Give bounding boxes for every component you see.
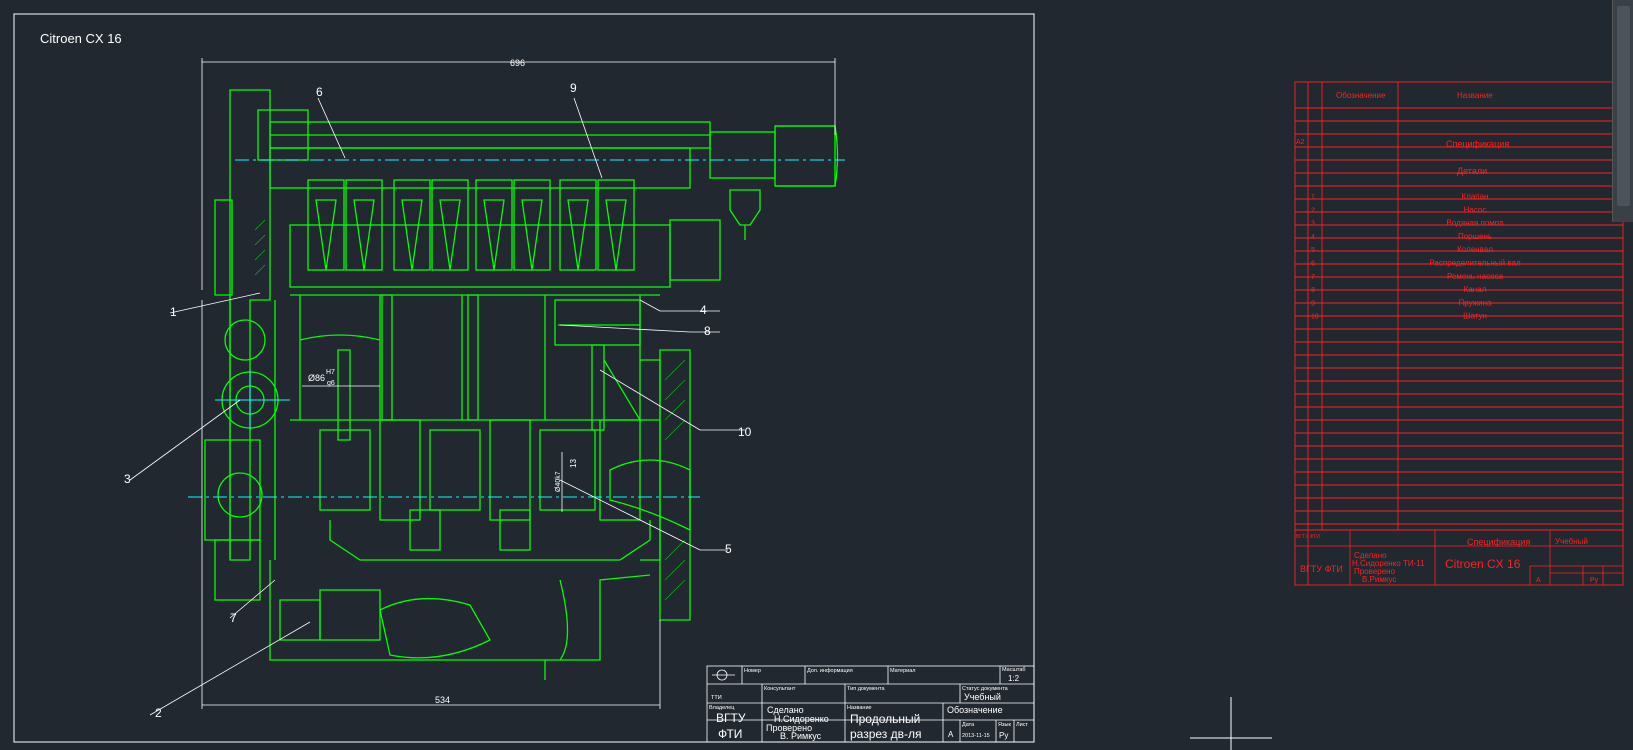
vertical-scrollbar[interactable] — [1612, 0, 1633, 222]
tb-provereno-name: В. Римкус — [780, 731, 822, 741]
drawing-title: Citroen CX 16 — [40, 31, 122, 46]
tb-tip-doc-label: Тип документа — [847, 686, 885, 692]
tb-nazvanie-label: Название — [847, 705, 872, 711]
spec-col-designation: Обозначение — [1336, 91, 1386, 100]
spec-item-name: Клапан — [1462, 192, 1489, 201]
tb-list-letter: А — [948, 730, 954, 739]
bore-fit-top: H7 — [326, 369, 335, 376]
tb-scale: 1:2 — [1008, 674, 1020, 683]
callout-3: 3 — [124, 472, 131, 486]
tb-data-label: Дата — [962, 722, 975, 728]
tb-yaz-label: Язык — [998, 722, 1011, 728]
spec-item-name: Распределительный вал — [1429, 259, 1521, 268]
spec-table — [1294, 81, 1624, 586]
callout-6: 6 — [316, 85, 323, 99]
spec-item-pos: 3 — [1311, 221, 1315, 228]
spec-item-pos: 2 — [1311, 207, 1315, 214]
spec-item-name: Поршень — [1458, 232, 1492, 241]
tb-small-org: ТТИ — [711, 695, 722, 701]
spec-items: 1 Клапан 2 Насос 3 Водяная помпа 4 Поршень 5 Коле… — [1311, 192, 1521, 321]
tb-status-value: Учебный — [964, 692, 1001, 702]
spec-format-mark: А2 — [1296, 139, 1305, 146]
spec-item-pos: 7 — [1311, 274, 1315, 281]
spec-text: Обозначение Название А2 Спецификация Дет… — [1296, 91, 1509, 176]
crankshaft — [319, 419, 651, 561]
callout-8: 8 — [704, 324, 711, 338]
sheet-frame — [13, 13, 1035, 743]
tb-masshtab-label: Масштаб — [1002, 667, 1026, 673]
spec-item-pos: 9 — [1311, 300, 1315, 307]
section-hatching — [254, 219, 686, 601]
spec-tb-lang: Ру — [1590, 577, 1599, 584]
tb-name-line1: Продольный — [850, 712, 920, 726]
tb-date-value: 2013-11-15 — [962, 733, 990, 739]
callout-9: 9 — [570, 81, 577, 95]
callout-4: 4 — [700, 303, 707, 317]
callout-7: 7 — [230, 611, 237, 625]
spec-item-name: Канал — [1464, 285, 1487, 294]
spec-item-pos: 5 — [1311, 247, 1315, 254]
spec-item-name: Водяная помпа — [1446, 219, 1504, 228]
spec-item-pos: 8 — [1311, 287, 1315, 294]
centerlines — [188, 159, 845, 498]
spec-item-pos: 1 — [1311, 194, 1315, 201]
callout-5: 5 — [725, 542, 732, 556]
spec-item-pos: 6 — [1311, 261, 1315, 268]
crosshair-cursor — [1190, 697, 1272, 750]
spec-item-name: Ремень насоса — [1447, 272, 1504, 281]
spec-heading: Спецификация — [1446, 139, 1509, 149]
tb-oboznachenie-label: Обозначение — [947, 705, 1003, 715]
scrollbar-thumb[interactable] — [1617, 6, 1630, 206]
engine-section — [204, 89, 839, 680]
tb-nomer-label: Номер — [744, 668, 761, 674]
spec-tb-status: Учебный — [1555, 537, 1588, 546]
spec-tb-org-top: ВГТУ ФТИ — [1296, 534, 1320, 540]
spec-tb-org: ВГТУ ФТИ — [1300, 564, 1343, 574]
spec-tb-letter: А — [1536, 577, 1541, 584]
title-block-text: Номер Доп. информация Материал Масштаб 1… — [709, 667, 1028, 741]
spec-tb-name: Citroen CX 16 — [1445, 557, 1521, 571]
spec-col-name: Название — [1457, 91, 1493, 100]
spec-item-name: Коленвал — [1457, 245, 1493, 254]
spec-item-name: Насос — [1464, 205, 1487, 214]
dim-top-label: 696 — [510, 58, 525, 68]
tb-dop-info-label: Доп. информация — [807, 668, 853, 674]
dim-bottom-label: 534 — [435, 695, 450, 705]
spec-tb-checked-name: В.Римкус — [1362, 575, 1396, 584]
small-dim-label: Ø40k7 — [555, 471, 562, 492]
tb-konsultant-label: Консультант — [764, 686, 796, 692]
cad-drawing-canvas[interactable]: Citroen CX 16 696 534 Ø86 H7 g6 Ø40k7 13… — [0, 0, 1633, 750]
callout-1: 1 — [170, 305, 177, 319]
callout-2: 2 — [155, 706, 162, 720]
small-dim-label-2: 13 — [569, 459, 578, 468]
tb-list-label: Лист — [1016, 722, 1028, 728]
spec-details-heading: Детали — [1457, 166, 1487, 176]
bore-dim-label: Ø86 — [308, 373, 325, 383]
spec-item-name: Шатун — [1463, 312, 1487, 321]
spec-item-name: Пружина — [1459, 298, 1492, 307]
spec-table-rows — [1295, 120, 1623, 525]
spec-item-pos: 4 — [1311, 234, 1315, 241]
tb-org-line1: ВГТУ — [716, 711, 746, 725]
tb-material-label: Материал — [890, 668, 916, 674]
tb-name-line2: разрез дв-ля — [850, 727, 922, 741]
spec-tb-doc-type: Спецификация — [1467, 537, 1530, 547]
dimensions — [201, 58, 836, 709]
callout-10: 10 — [738, 425, 752, 439]
bore-fit-bottom: g6 — [327, 380, 335, 387]
spec-item-pos: 10 — [1311, 314, 1319, 321]
tb-org-line2: ФТИ — [718, 727, 742, 741]
tb-yaz-value: Ру — [999, 731, 1008, 740]
spec-title-block-text: ВГТУ ФТИ Спецификация Учебный ВГТУ ФТИ С… — [1296, 534, 1599, 584]
